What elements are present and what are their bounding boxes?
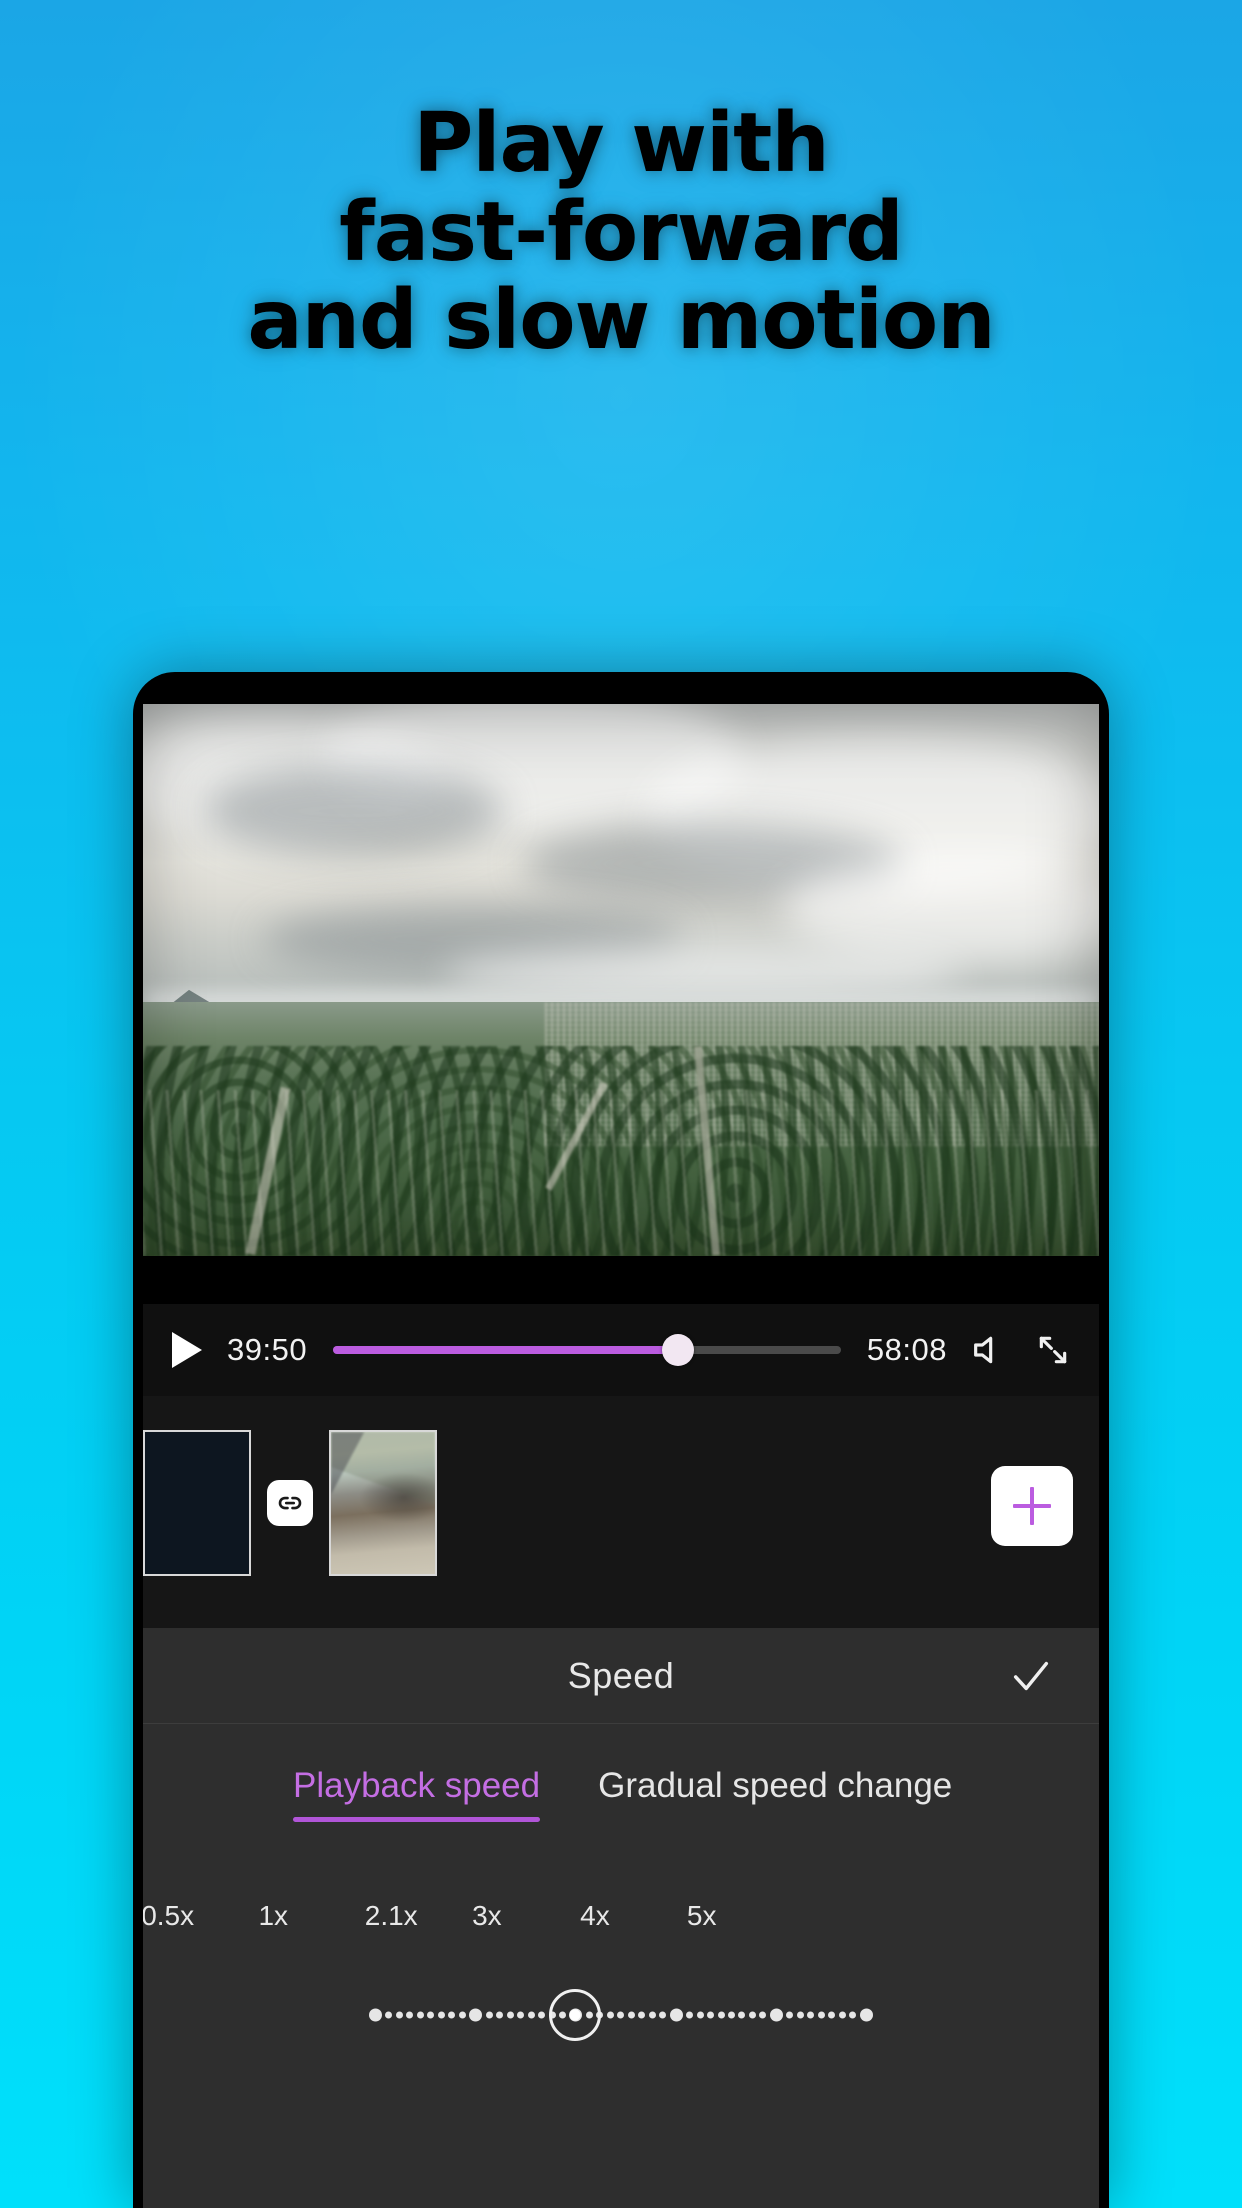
seek-thumb[interactable] [662, 1334, 695, 1366]
tab-playback-speed[interactable]: Playback speed [293, 1766, 541, 1822]
slider-dot [648, 2011, 656, 2019]
slider-dot [838, 2011, 846, 2019]
slider-dot [769, 2008, 783, 2022]
speed-slider[interactable] [143, 1980, 1099, 2050]
speed-label-0-5x: 0.5x [143, 1900, 195, 1931]
video-vignette [143, 704, 1099, 1256]
slider-dot [717, 2011, 725, 2019]
slider-dot [728, 2011, 735, 2019]
slider-dot [437, 2011, 445, 2019]
slider-dot [506, 2011, 514, 2019]
slider-dots [143, 2008, 1099, 2022]
current-time-label: 39:50 [227, 1332, 308, 1367]
slider-dot [395, 2011, 403, 2019]
timeline-clip-2[interactable] [329, 1430, 437, 1576]
slider-thumb[interactable] [549, 1989, 602, 2041]
speed-panel-header: Speed [143, 1628, 1099, 1724]
speed-label-4x: 4x [580, 1900, 610, 1931]
speed-label-2-1x: 2.1x [364, 1900, 418, 1931]
slider-dot [469, 2008, 483, 2022]
player-controls-bar: 39:50 58:08 [143, 1304, 1099, 1396]
slider-dot [849, 2011, 857, 2019]
speed-tabs: Playback speed Gradual speed change [143, 1724, 1099, 1822]
speed-label-3x: 3x [472, 1900, 502, 1931]
slider-dot [627, 2011, 635, 2019]
speaker-icon[interactable] [967, 1328, 1011, 1372]
slider-dot [606, 2011, 614, 2019]
speed-label-1x: 1x [258, 1900, 289, 1931]
speed-panel: Speed Playback speed Gradual speed chang… [143, 1628, 1099, 2208]
slider-dot [686, 2011, 694, 2019]
slider-dot [828, 2011, 836, 2019]
play-icon[interactable] [167, 1330, 207, 1370]
slider-dot [796, 2011, 804, 2019]
link-chain-icon[interactable] [267, 1480, 313, 1526]
slider-dot [707, 2011, 715, 2019]
slider-dot [485, 2011, 493, 2019]
slider-dot [748, 2011, 756, 2019]
speed-label-5x: 5x [686, 1900, 717, 1931]
timeline-strip [143, 1396, 1099, 1628]
slider-dot [416, 2011, 424, 2019]
check-icon[interactable] [1005, 1650, 1057, 1702]
slider-dot [638, 2011, 646, 2019]
timeline-clip-1[interactable] [143, 1430, 251, 1576]
expand-arrows-icon[interactable] [1031, 1328, 1075, 1372]
slider-dot [696, 2011, 704, 2019]
slider-dot [807, 2011, 815, 2019]
slider-dot [448, 2011, 456, 2019]
slider-dot [527, 2011, 535, 2019]
page-title: Play with fast-forward and slow motion [247, 96, 995, 369]
slider-dot [538, 2011, 546, 2019]
slider-dot [496, 2011, 504, 2019]
clip-list [143, 1430, 437, 1576]
slider-dot [517, 2011, 525, 2019]
slider-dot [817, 2011, 825, 2019]
tab-gradual-speed-change[interactable]: Gradual speed change [598, 1766, 952, 1822]
slider-dot [669, 2008, 683, 2022]
seek-bar[interactable] [333, 1330, 841, 1370]
phone-mockup: 39:50 58:08 Speed Playback speed Gradual… [133, 672, 1109, 2208]
slider-dot [427, 2011, 435, 2019]
panel-title: Speed [567, 1654, 675, 1696]
add-clip-button[interactable] [991, 1466, 1073, 1546]
slider-dot [458, 2011, 466, 2019]
slider-dot [759, 2011, 767, 2019]
slider-dot [617, 2011, 625, 2019]
slider-dot [659, 2011, 667, 2019]
plus-icon [1013, 1487, 1051, 1525]
video-letterbox [143, 1256, 1099, 1304]
slider-dot [385, 2011, 393, 2019]
slider-dot [859, 2008, 873, 2022]
phone-screen: 39:50 58:08 Speed Playback speed Gradual… [143, 704, 1099, 2208]
speed-scale-labels: 0.5x 1x 2.1x 3x 4x 5x [143, 1900, 1099, 1974]
seek-fill [333, 1346, 679, 1354]
slider-dot [406, 2011, 414, 2019]
slider-dot [738, 2011, 746, 2019]
slider-dot [786, 2011, 794, 2019]
slider-dot [369, 2008, 382, 2022]
total-time-label: 58:08 [866, 1332, 947, 1367]
video-preview[interactable] [143, 704, 1099, 1256]
